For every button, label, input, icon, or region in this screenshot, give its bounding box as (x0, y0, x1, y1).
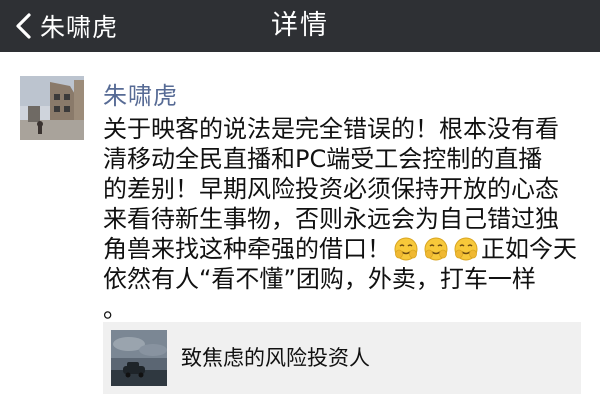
moment-post: 朱啸虎 关于映客的说法是完全错误的！根本没有看 清移动全民直播和PC端受工会控制… (0, 52, 600, 408)
content-text: 正如今天 (481, 235, 577, 263)
back-label: 朱啸虎 (40, 13, 119, 42)
facepalm-emoji-icon (424, 237, 448, 261)
facepalm-emoji-icon (394, 237, 418, 261)
article-title[interactable]: 致焦虑的风险投资人 (181, 322, 370, 394)
back-button[interactable]: 朱啸虎 (10, 0, 118, 52)
content-line: 的差别！早期风险投资必须保持开放的心态 (103, 175, 559, 203)
facepalm-emoji-icon (454, 237, 478, 261)
content-line: 来看待新生事物，否则永远会为自己错过独 (103, 205, 559, 233)
nav-bar: 朱啸虎 详情 (0, 0, 600, 52)
post-content: 关于映客的说法是完全错误的！根本没有看 清移动全民直播和PC端受工会控制的直播 … (103, 114, 595, 324)
stormy-sky-car-thumbnail-icon (111, 330, 167, 386)
content-line: 清移动全民直播和PC端受工会控制的直播 (103, 145, 543, 173)
chevron-left-icon (10, 11, 36, 41)
avatar[interactable] (20, 76, 84, 140)
content-line: 关于映客的说法是完全错误的！根本没有看 (103, 115, 559, 143)
content-text: 角兽来找这种牵强的借口！ (103, 235, 391, 263)
content-line: 。 (103, 295, 127, 323)
city-street-photo-icon (20, 76, 84, 140)
content-line-with-emoji: 角兽来找这种牵强的借口！ 正如今天 (103, 234, 595, 264)
content-line: 依然有人“看不懂”团购，外卖，打车一样 (103, 265, 536, 293)
shared-article-card[interactable]: 致焦虑的风险投资人 (103, 322, 581, 394)
author-name[interactable]: 朱啸虎 (103, 76, 178, 111)
